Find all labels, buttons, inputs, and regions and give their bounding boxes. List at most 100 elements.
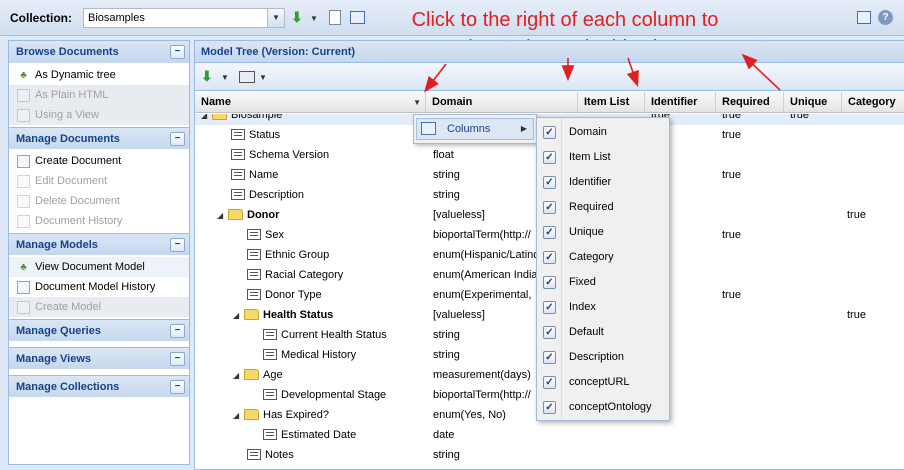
column-toggle-item[interactable]: ✓ Unique xyxy=(537,220,669,245)
column-header-identifier[interactable]: Identifier xyxy=(645,92,716,113)
sidebar-item-delete-document[interactable]: Delete Document xyxy=(9,191,189,211)
sidebar-item-document-model-history[interactable]: Document Model History xyxy=(9,277,189,297)
section-manage-queries[interactable]: Manage Queries − xyxy=(9,319,189,341)
column-header-domain[interactable]: Domain xyxy=(426,92,578,113)
download-icon[interactable]: ⬇ xyxy=(291,9,307,25)
collapse-icon[interactable]: − xyxy=(170,324,185,338)
tree-row-label: Biosample xyxy=(231,114,283,121)
sidebar-item-edit-document[interactable]: Edit Document xyxy=(9,171,189,191)
panel-icon[interactable] xyxy=(857,11,871,24)
chevron-down-icon[interactable]: ▼ xyxy=(221,73,229,82)
new-document-icon[interactable] xyxy=(329,10,341,25)
collapse-icon[interactable]: − xyxy=(170,238,185,252)
column-toggle-item[interactable]: ✓ conceptURL xyxy=(537,370,669,395)
column-toggle-item[interactable]: ✓ Domain xyxy=(537,120,669,145)
expand-toggle-icon[interactable]: ◢ xyxy=(217,206,226,225)
sidebar-item-document-history[interactable]: Document History xyxy=(9,211,189,231)
checkbox-icon[interactable]: ✓ xyxy=(543,251,556,264)
section-manage-models[interactable]: Manage Models − xyxy=(9,233,189,255)
tree-row[interactable]: Estimated Date date xyxy=(195,425,904,445)
checkbox-icon[interactable]: ✓ xyxy=(543,276,556,289)
expand-toggle-icon[interactable]: ◢ xyxy=(233,366,242,385)
help-icon[interactable]: ? xyxy=(878,10,893,25)
checkbox-icon[interactable]: ✓ xyxy=(543,176,556,189)
field-icon xyxy=(231,169,245,180)
history-icon xyxy=(17,214,30,228)
field-icon xyxy=(247,449,261,460)
expand-toggle-icon[interactable]: ◢ xyxy=(233,306,242,325)
tree-row-unique-cell: true xyxy=(790,114,809,121)
sidebar-item-view-document-model[interactable]: ♣ View Document Model xyxy=(9,257,189,277)
tree-row-label: Current Health Status xyxy=(281,329,387,341)
sidebar-item-create-document[interactable]: Create Document xyxy=(9,151,189,171)
column-toggle-item[interactable]: ✓ Identifier xyxy=(537,170,669,195)
checkbox-icon[interactable]: ✓ xyxy=(543,326,556,339)
tree-row-category-cell: true xyxy=(847,209,866,221)
tree-row-label: Medical History xyxy=(281,349,357,361)
collapse-icon[interactable]: − xyxy=(170,45,185,59)
collapse-icon[interactable]: − xyxy=(170,380,185,394)
column-toggle-label: Index xyxy=(569,301,596,313)
tree-row-label: Developmental Stage xyxy=(281,389,387,401)
column-menu-trigger[interactable]: ▼ xyxy=(413,92,421,113)
column-toggle-item[interactable]: ✓ Description xyxy=(537,345,669,370)
tree-row-name-cell: Name xyxy=(217,165,426,185)
expand-toggle-icon[interactable]: ◢ xyxy=(201,114,210,125)
checkbox-icon[interactable]: ✓ xyxy=(543,201,556,214)
menu-item-columns[interactable]: Columns ▶ xyxy=(416,118,534,140)
chevron-down-icon[interactable]: ▼ xyxy=(259,73,267,82)
column-header-unique[interactable]: Unique xyxy=(784,92,842,113)
html-icon xyxy=(17,88,30,102)
download-icon[interactable]: ⬇ xyxy=(201,68,213,84)
collapse-icon[interactable]: − xyxy=(170,352,185,366)
collapse-icon[interactable]: − xyxy=(170,132,185,146)
collection-select[interactable]: Biosamples ▼ xyxy=(83,8,285,28)
column-header-category[interactable]: Category xyxy=(842,92,904,113)
column-toggle-item[interactable]: ✓ Default xyxy=(537,320,669,345)
tree-row-label: Donor xyxy=(247,209,280,221)
checkbox-icon[interactable]: ✓ xyxy=(543,301,556,314)
column-toggle-item[interactable]: ✓ Category xyxy=(537,245,669,270)
column-toggle-label: Required xyxy=(569,201,614,213)
checkbox-icon[interactable]: ✓ xyxy=(543,401,556,414)
sidebar-item-using-a-view[interactable]: Using a View xyxy=(9,105,189,125)
column-toggle-label: conceptURL xyxy=(569,376,630,388)
column-header-required[interactable]: Required xyxy=(716,92,784,113)
folder-icon xyxy=(244,369,259,380)
checkbox-icon[interactable]: ✓ xyxy=(543,376,556,389)
create-doc-icon xyxy=(17,154,30,168)
checkbox-icon[interactable]: ✓ xyxy=(543,226,556,239)
checkbox-icon[interactable]: ✓ xyxy=(543,151,556,164)
export-icon[interactable] xyxy=(239,71,255,83)
field-icon xyxy=(263,429,277,440)
tree-row-label: Has Expired? xyxy=(263,409,330,421)
checkbox-icon[interactable]: ✓ xyxy=(543,126,556,139)
column-header-item-list[interactable]: Item List xyxy=(578,92,645,113)
section-manage-documents-body: Create Document Edit Document Delete Doc… xyxy=(9,149,189,233)
tree-icon: ♣ xyxy=(20,69,27,81)
sidebar-item-create-model[interactable]: Create Model xyxy=(9,297,189,317)
tree-row-required-cell: true xyxy=(722,289,741,301)
checkbox-icon[interactable]: ✓ xyxy=(543,351,556,364)
column-toggle-item[interactable]: ✓ Item List xyxy=(537,145,669,170)
tree-row-category-cell: true xyxy=(847,309,866,321)
column-toggle-item[interactable]: ✓ conceptOntology xyxy=(537,395,669,420)
section-manage-views[interactable]: Manage Views − xyxy=(9,347,189,369)
tree-row-label: Ethnic Group xyxy=(265,249,330,261)
section-manage-documents[interactable]: Manage Documents − xyxy=(9,127,189,149)
folder-icon xyxy=(228,209,243,220)
field-icon xyxy=(263,349,277,360)
sidebar-item-as-plain-html[interactable]: As Plain HTML xyxy=(9,85,189,105)
column-toggle-item[interactable]: ✓ Index xyxy=(537,295,669,320)
expand-toggle-icon[interactable]: ◢ xyxy=(233,406,242,425)
section-manage-collections[interactable]: Manage Collections − xyxy=(9,375,189,397)
column-toggle-item[interactable]: ✓ Fixed xyxy=(537,270,669,295)
tree-row-label: Description xyxy=(249,189,305,201)
tree-row[interactable]: Notes string xyxy=(195,445,904,465)
column-toggle-item[interactable]: ✓ Required xyxy=(537,195,669,220)
sidebar-item-as-dynamic-tree[interactable]: ♣ As Dynamic tree xyxy=(9,65,189,85)
chevron-down-icon[interactable]: ▼ xyxy=(267,9,284,27)
section-browse-documents[interactable]: Browse Documents − xyxy=(9,41,189,63)
column-header-name[interactable]: Name ▼ xyxy=(195,92,426,113)
chevron-down-icon[interactable]: ▼ xyxy=(310,14,318,23)
